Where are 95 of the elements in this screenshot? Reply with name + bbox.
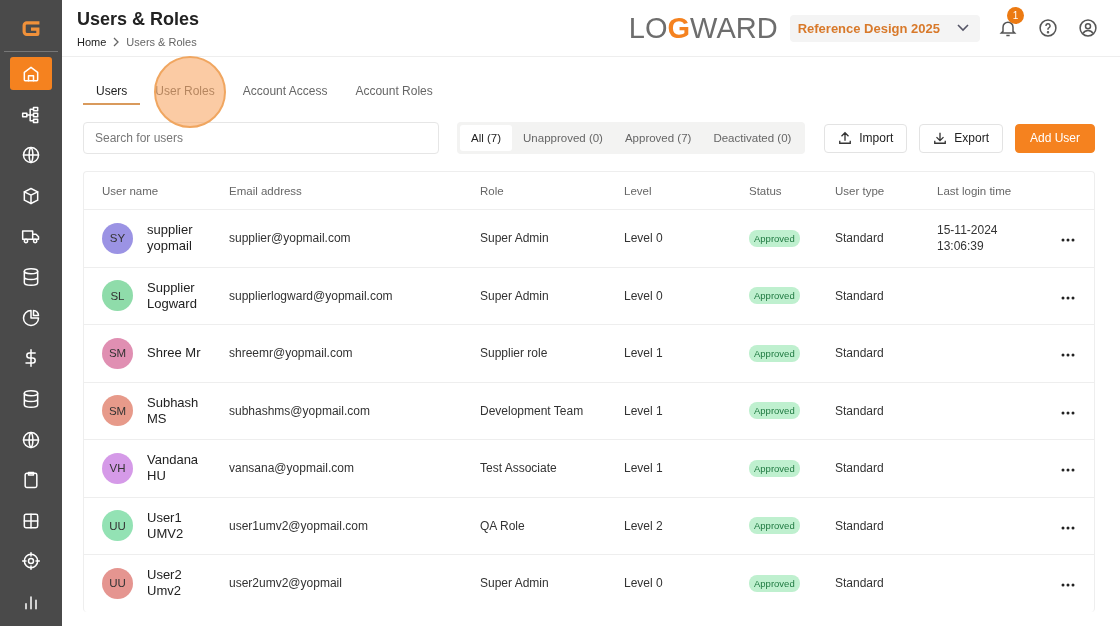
email-cell-text: subhashms@yopmail.com [229,403,371,418]
avatar: SM [102,337,133,369]
user-name: Supplier Logward [147,279,198,312]
filter-tab[interactable]: Approved (7) [613,125,703,151]
level-cell-text: Level 2 [624,518,664,533]
user-type-cell-text: Standard [835,518,885,533]
user-type-cell-text: Standard [835,288,885,303]
status-badge: Approved [749,287,800,305]
user-type-cell-text: Standard [835,461,885,476]
breadcrumb-link[interactable]: Users & Roles [126,35,197,48]
avatar: UU [102,567,133,599]
nav-item[interactable] [10,57,52,91]
avatar: SY [102,222,133,254]
upload-icon [838,131,853,145]
email-cell-text: supplier@yopmail.com [229,231,352,246]
notification-count: 1 [1007,7,1024,24]
download-icon [933,131,948,145]
chevron-down-icon [956,23,970,33]
filter-tab[interactable]: Unapproved (0) [512,125,614,151]
role-cell-text: Test Associate [480,461,558,476]
clipboard-icon [21,470,41,491]
email-cell-text: user1umv2@yopmail.com [229,518,369,533]
search-field[interactable]: Search for users [83,122,439,154]
avatar: SM [102,395,133,427]
user-name: User1 UMV2 [147,509,185,542]
more-icon[interactable] [1061,410,1075,415]
globe-icon [21,145,41,166]
last-login-cell-text: 15-11-2024 13:06:39 [937,222,999,255]
box-icon [21,185,41,206]
help-icon[interactable] [1038,18,1058,38]
role-cell-text: QA Role [480,518,526,533]
logo: LOGWARD [628,11,778,45]
user-name: Shree Mr [147,345,201,362]
workflow-icon [21,104,41,125]
user-name: Subhash MS [147,394,200,427]
level-cell-text: Level 0 [624,231,664,246]
level-cell-text: Level 1 [624,346,664,361]
role-cell-text: Super Admin [480,288,550,303]
more-icon[interactable] [1061,468,1075,473]
avatar: SL [102,280,133,312]
column-header: Role [480,184,505,197]
filter-tab[interactable]: All (7) [460,125,513,151]
column-header: Last login time [937,184,1013,197]
column-header: Level [624,184,653,197]
more-icon[interactable] [1061,295,1075,300]
status-badge: Approved [749,344,800,362]
level-cell-text: Level 1 [624,403,664,418]
more-icon[interactable] [1061,238,1075,243]
user-type-cell-text: Standard [835,346,885,361]
email-cell-text: vansana@yopmail.com [229,461,355,476]
column-header: Email address [229,184,303,197]
email-cell-text: supplierlogward@yopmail.com [229,288,394,303]
import-button[interactable]: Import [824,123,908,153]
user-name: supplier yopmail [147,222,194,255]
status-badge: Approved [749,402,800,420]
status-badge: Approved [749,459,800,477]
email-cell-text: shreemr@yopmail.com [229,346,354,361]
level-cell-text: Level 0 [624,576,664,591]
filter-tab[interactable]: Deactivated (0) [702,125,803,151]
pie-chart-icon [21,307,41,328]
status-badge: Approved [749,229,800,247]
level-cell-text: Level 0 [624,288,664,303]
more-icon[interactable] [1061,583,1075,588]
page-title: Users & Roles [77,8,201,30]
user-type-cell-text: Standard [835,403,885,418]
more-icon[interactable] [1061,525,1075,530]
email-cell-text: user2umv2@yopmail [229,576,343,591]
role-cell-text: Super Admin [480,576,550,591]
database-icon [21,267,41,287]
tab[interactable]: Users [83,78,141,105]
status-badge: Approved [749,517,800,535]
user-name: User2 Umv2 [147,567,183,600]
avatar: VH [102,452,133,484]
globe-icon [21,429,41,450]
user-name: Vandana HU [147,452,200,485]
database-icon [21,388,41,409]
level-cell-text: Level 1 [624,461,664,476]
chevron-right-icon [112,36,121,47]
role-cell-text: Super Admin [480,231,550,246]
role-cell-text: Supplier role [480,346,549,361]
more-icon[interactable] [1061,353,1075,358]
avatar: UU [102,510,133,542]
user-type-cell-text: Standard [835,231,885,246]
export-button[interactable]: Export [919,123,1003,153]
column-header: Status [749,184,783,197]
breadcrumb-link[interactable]: Home [77,35,107,48]
user-icon[interactable] [1078,18,1098,38]
tab[interactable]: Account Access [229,78,341,105]
user-type-cell-text: Standard [835,576,885,591]
column-header: User name [102,184,160,197]
column-header: User type [835,184,886,197]
target-icon [21,551,41,572]
role-cell-text: Development Team [480,403,585,418]
status-badge: Approved [749,574,800,592]
tab[interactable]: Account Roles [342,78,446,105]
